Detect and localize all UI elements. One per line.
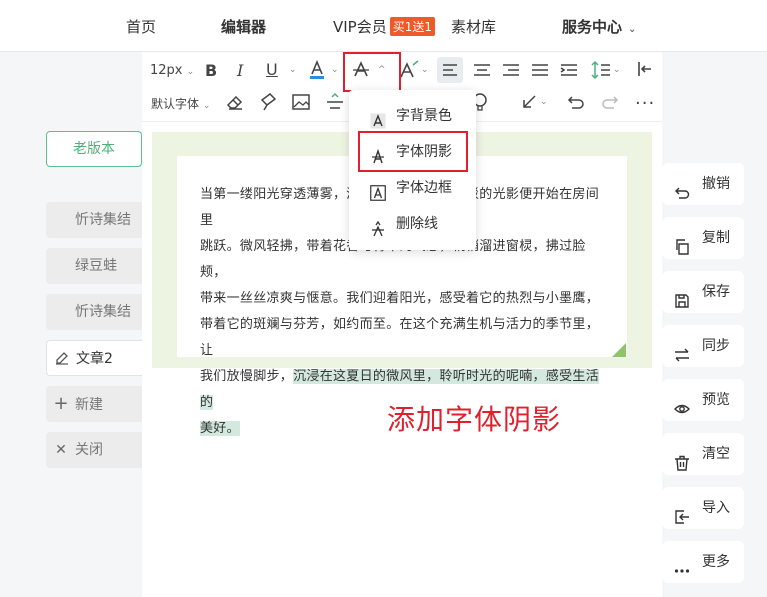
paragraph-line: 带来一丝丝凉爽与惬意。我们迎着阳光，感受着它的热烈与小墨鹰， <box>200 291 600 306</box>
sidebar-doc-2[interactable]: 绿豆蛙 <box>46 248 142 284</box>
format-painter-icon[interactable] <box>258 92 278 112</box>
copy-label: 复制 <box>702 230 730 246</box>
line-height-button[interactable] <box>590 58 612 82</box>
chevron-down-icon[interactable]: ⌄ <box>540 97 548 107</box>
preview-label: 预览 <box>702 392 730 408</box>
resize-corner-icon[interactable] <box>612 343 626 357</box>
divider-icon[interactable] <box>325 93 345 111</box>
sidebar-doc-3[interactable]: 忻诗集结 <box>46 294 142 330</box>
close-icon: ✕ <box>55 442 67 458</box>
chevron-down-icon: ⌄ <box>202 101 211 111</box>
top-nav: 首页 编辑器 VIP会员 买1送1 素材库 服务中心 ⌄ <box>0 0 767 52</box>
chevron-down-icon[interactable]: ⌄ <box>421 65 429 75</box>
more-icon <box>674 554 690 573</box>
chevron-down-icon: ⌄ <box>628 24 637 35</box>
menu-item-strikethrough[interactable]: 删除线 <box>349 207 476 241</box>
undo-toolbar-icon[interactable] <box>566 93 586 111</box>
sidebar-doc-current-label: 文章2 <box>76 351 113 367</box>
font-family-select[interactable]: 默认字体 ⌄ <box>151 95 210 112</box>
font-size-select[interactable]: 12px ⌄ <box>150 63 194 78</box>
sidebar-close-label: 关闭 <box>75 442 103 458</box>
nav-vip-label: VIP会员 <box>333 18 387 36</box>
copy-icon <box>674 230 690 255</box>
clear-label: 清空 <box>702 446 730 462</box>
save-icon <box>674 284 690 308</box>
text-border-icon <box>370 180 386 201</box>
nav-editor[interactable]: 编辑器 <box>221 16 266 37</box>
copy-button[interactable]: 复制 <box>662 217 744 259</box>
old-version-button[interactable]: 老版本 <box>46 131 142 167</box>
import-button[interactable]: 导入 <box>662 487 744 529</box>
bold-button[interactable]: B <box>205 61 217 80</box>
text-style-button[interactable] <box>398 60 420 80</box>
text-background-icon <box>370 108 386 129</box>
clear-button[interactable]: 清空 <box>662 433 744 475</box>
chevron-down-icon[interactable]: ⌄ <box>331 65 339 75</box>
nav-vip[interactable]: VIP会员 买1送1 <box>333 16 436 37</box>
save-button[interactable]: 保存 <box>662 271 744 313</box>
collapse-toolbar-icon[interactable] <box>635 59 655 79</box>
italic-button[interactable]: I <box>237 61 243 80</box>
menu-item-text-border[interactable]: 字体边框 <box>349 171 476 205</box>
undo-icon <box>674 176 690 199</box>
annotation-box-toolbar <box>343 52 401 92</box>
align-right-button[interactable] <box>498 57 524 83</box>
menu-item-text-background[interactable]: 字背景色 <box>349 99 476 133</box>
sidebar-close-button[interactable]: ✕ 关闭 <box>46 432 142 468</box>
align-left-button[interactable] <box>437 57 463 83</box>
align-justify-button[interactable] <box>527 57 553 83</box>
sync-icon <box>674 338 690 362</box>
undo-button[interactable]: 撤销 <box>662 163 744 205</box>
menu-item-label: 删除线 <box>396 216 438 232</box>
indent-button[interactable] <box>556 57 582 83</box>
preview-button[interactable]: 预览 <box>662 379 744 421</box>
chevron-down-icon[interactable]: ⌄ <box>613 65 621 75</box>
chevron-down-icon: ⌄ <box>186 67 195 77</box>
annotation-box-menu-item <box>358 131 468 172</box>
import-icon <box>674 500 690 524</box>
eraser-icon[interactable] <box>225 93 245 111</box>
vip-promo-badge: 买1送1 <box>389 17 436 36</box>
more-label: 更多 <box>702 554 730 570</box>
nav-service[interactable]: 服务中心 ⌄ <box>562 16 636 37</box>
annotation-caption: 添加字体阴影 <box>387 403 562 436</box>
sidebar-new-button[interactable]: + 新建 <box>46 386 142 422</box>
sync-button[interactable]: 同步 <box>662 325 744 367</box>
edit-icon <box>54 341 70 377</box>
nav-service-label: 服务中心 <box>562 18 623 36</box>
strikethrough-icon <box>370 216 386 237</box>
menu-item-label: 字体边框 <box>396 180 452 196</box>
undo-label: 撤销 <box>702 176 730 192</box>
font-color-button[interactable] <box>308 60 326 80</box>
arrow-down-left-icon[interactable] <box>520 93 538 111</box>
paragraph-text: 我们放慢脚步， <box>200 369 294 384</box>
eye-icon <box>674 392 690 414</box>
redo-toolbar-icon[interactable] <box>600 93 620 111</box>
font-family-value: 默认字体 <box>151 97 200 111</box>
trash-icon <box>674 446 690 471</box>
nav-home[interactable]: 首页 <box>126 16 156 37</box>
sidebar-new-label: 新建 <box>75 397 103 413</box>
more-icon[interactable]: ··· <box>635 93 655 114</box>
menu-item-label: 字背景色 <box>396 108 452 124</box>
save-label: 保存 <box>702 284 730 300</box>
nav-materials[interactable]: 素材库 <box>451 16 496 37</box>
sidebar-doc-1[interactable]: 忻诗集结 <box>46 202 142 238</box>
sync-label: 同步 <box>702 338 730 354</box>
paragraph-line: 带着它的斑斓与芬芳，如约而至。在这个充满生机与活力的季节里，让 <box>200 317 600 358</box>
chevron-down-icon[interactable]: ⌄ <box>289 65 297 75</box>
font-size-value: 12px <box>150 63 183 78</box>
align-center-button[interactable] <box>469 57 495 83</box>
highlighted-text: 美好。 <box>200 421 240 436</box>
image-icon[interactable] <box>291 93 311 111</box>
plus-icon: + <box>53 393 69 414</box>
underline-button[interactable]: U <box>266 60 278 79</box>
more-button[interactable]: 更多 <box>662 541 744 583</box>
sidebar-doc-current[interactable]: 文章2 <box>46 340 142 376</box>
import-label: 导入 <box>702 500 730 516</box>
